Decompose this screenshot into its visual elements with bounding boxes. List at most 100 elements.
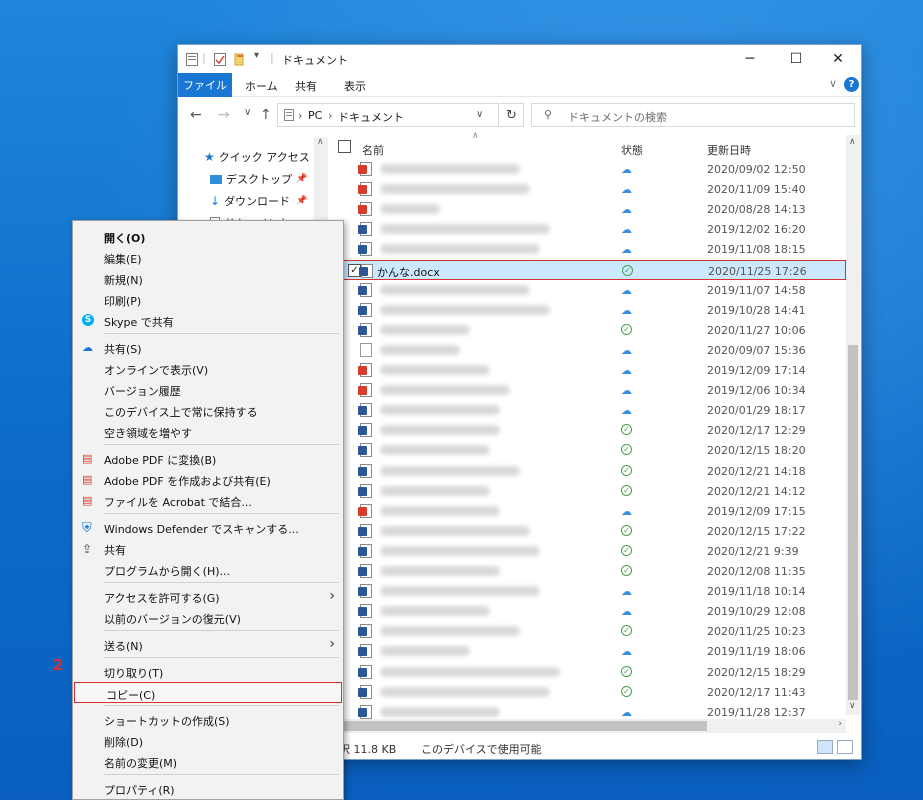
menu-item-copy[interactable]: コピー(C)	[74, 682, 342, 703]
menu-item-free-space[interactable]: 空き領域を増やす	[73, 421, 343, 442]
file-row[interactable]: ☁ 2019/12/06 10:34	[338, 380, 846, 400]
address-dropdown-icon[interactable]: ∨	[476, 109, 483, 120]
scroll-up-icon[interactable]: ∧	[317, 137, 324, 147]
menu-item-open-with[interactable]: プログラムから開く(H)...	[73, 559, 343, 580]
close-button[interactable]: ✕	[815, 45, 861, 73]
file-row[interactable]: ✓ 2020/11/25 10:23	[338, 621, 846, 641]
file-row[interactable]: ✓ 2020/12/15 18:20	[338, 440, 846, 460]
large-icons-view-icon[interactable]	[837, 740, 853, 754]
menu-item-create-shortcut[interactable]: ショートカットの作成(S)	[73, 709, 343, 730]
nav-item-desktop[interactable]: デスクトップ	[210, 171, 292, 187]
quick-access-folder-icon[interactable]	[234, 53, 246, 66]
quick-access-check-icon[interactable]	[214, 53, 226, 66]
menu-item-give-access[interactable]: アクセスを許可する(G) ›	[73, 586, 343, 607]
column-name[interactable]: 名前	[362, 142, 384, 158]
horizontal-scrollbar[interactable]: ›	[337, 719, 846, 733]
up-arrow-icon[interactable]: ↑	[260, 107, 272, 123]
file-row[interactable]: ☁ 2020/08/28 14:13	[338, 199, 846, 219]
file-row[interactable]: ☁ 2019/11/18 10:14	[338, 581, 846, 601]
menu-item-print[interactable]: 印刷(P)	[73, 289, 343, 310]
menu-item-always-keep[interactable]: このデバイス上で常に保持する	[73, 400, 343, 421]
menu-item-version-history[interactable]: バージョン履歴	[73, 379, 343, 400]
menu-item-defender-scan[interactable]: ⛨ Windows Defender でスキャンする...	[73, 517, 343, 538]
menu-item-label: 削除(D)	[104, 736, 144, 749]
column-modified[interactable]: 更新日時	[707, 142, 751, 158]
menu-item-rename[interactable]: 名前の変更(M)	[73, 751, 343, 772]
file-row[interactable]: ✓ 2020/12/15 18:29	[338, 662, 846, 682]
tab-share[interactable]: 共有	[295, 78, 317, 94]
minimize-button[interactable]: ─	[727, 45, 773, 73]
file-row[interactable]: ☁ 2020/01/29 18:17	[338, 400, 846, 420]
file-row[interactable]: ✓ 2020/12/17 12:29	[338, 420, 846, 440]
file-row[interactable]: ✓ 2020/12/08 11:35	[338, 561, 846, 581]
breadcrumb-documents[interactable]: ドキュメント	[338, 109, 404, 125]
menu-item-restore-versions[interactable]: 以前のバージョンの復元(V)	[73, 607, 343, 628]
tab-home[interactable]: ホーム	[245, 78, 278, 94]
menu-item-share[interactable]: ☁ 共有(S)	[73, 337, 343, 358]
file-row[interactable]: ☁ 2020/09/02 12:50	[338, 159, 846, 179]
scroll-up-icon[interactable]: ∧	[849, 137, 856, 147]
file-row[interactable]: ☁ 2019/12/02 16:20	[338, 219, 846, 239]
file-row[interactable]: ☁ 2019/11/19 18:06	[338, 641, 846, 661]
menu-item-create-share-pdf[interactable]: ▤ Adobe PDF を作成および共有(E)	[73, 469, 343, 490]
menu-item-view-online[interactable]: オンラインで表示(V)	[73, 358, 343, 379]
file-row[interactable]: ✓ 2020/12/21 9:39	[338, 541, 846, 561]
recent-locations-icon[interactable]: ∨	[244, 107, 251, 118]
select-all-checkbox[interactable]	[338, 140, 351, 153]
quick-access-dropdown-icon[interactable]: ▾	[254, 50, 259, 61]
ribbon-expand-icon[interactable]: ∨	[829, 77, 837, 90]
pin-icon[interactable]: 📌	[296, 196, 307, 206]
file-row[interactable]: ☁ 2019/10/28 14:41	[338, 300, 846, 320]
quick-access-properties-icon[interactable]	[186, 53, 198, 66]
scrollbar-thumb[interactable]	[337, 721, 707, 731]
nav-scrollbar[interactable]: ∧	[314, 137, 328, 227]
breadcrumb-chevron-icon[interactable]: ›	[298, 109, 302, 122]
breadcrumb-chevron-icon[interactable]: ›	[328, 109, 332, 122]
scroll-down-icon[interactable]: ∨	[849, 701, 856, 711]
file-row[interactable]: ☁ 2019/12/09 17:15	[338, 501, 846, 521]
file-row[interactable]: ☁ 2020/11/09 15:40	[338, 179, 846, 199]
menu-item-share-modern[interactable]: ⇪ 共有	[73, 538, 343, 559]
menu-item-edit[interactable]: 編集(E)	[73, 247, 343, 268]
tab-file[interactable]: ファイル	[178, 73, 232, 97]
vertical-scrollbar[interactable]: ∧ ∨	[846, 135, 860, 715]
nav-item-downloads[interactable]: ↓ ダウンロード	[210, 193, 290, 209]
word-file-icon	[358, 523, 372, 538]
file-row[interactable]: ✓ 2020/12/17 11:43	[338, 682, 846, 702]
scroll-right-icon[interactable]: ›	[838, 719, 842, 729]
back-arrow-icon[interactable]: ←	[190, 107, 202, 123]
tab-view[interactable]: 表示	[344, 78, 366, 94]
file-row[interactable]: ✓ 2020/12/21 14:12	[338, 481, 846, 501]
menu-item-delete[interactable]: 削除(D)	[73, 730, 343, 751]
refresh-button[interactable]: ↻	[500, 103, 524, 127]
forward-arrow-icon[interactable]: →	[218, 107, 230, 123]
file-row[interactable]: ☁ 2019/12/09 17:14	[338, 360, 846, 380]
address-bar[interactable]: › PC › ドキュメント ∨	[277, 103, 499, 127]
file-row[interactable]: ✓ 2020/12/21 14:18	[338, 461, 846, 481]
search-input[interactable]: ⚲ ドキュメントの検索	[531, 103, 855, 127]
pin-icon[interactable]: 📌	[296, 174, 307, 184]
nav-item-quick-access[interactable]: ★ クイック アクセス	[204, 149, 310, 165]
column-status[interactable]: 状態	[621, 142, 643, 158]
file-row[interactable]: ☁ 2020/09/07 15:36	[338, 340, 846, 360]
file-row[interactable]: ☁ 2019/11/08 18:15	[338, 239, 846, 259]
menu-item-new[interactable]: 新規(N)	[73, 268, 343, 289]
cloud-icon: ☁	[621, 364, 632, 377]
breadcrumb-pc[interactable]: PC	[308, 109, 322, 122]
menu-item-send-to[interactable]: 送る(N) ›	[73, 634, 343, 655]
file-row[interactable]: ✓ 2020/12/15 17:22	[338, 521, 846, 541]
file-row-selected[interactable]: ✓ かんな.docx ✓ 2020/11/25 17:26	[343, 259, 846, 280]
scrollbar-thumb[interactable]	[848, 345, 858, 700]
file-row[interactable]: ✓ 2020/11/27 10:06	[338, 320, 846, 340]
menu-item-convert-pdf[interactable]: ▤ Adobe PDF に変換(B)	[73, 448, 343, 469]
maximize-button[interactable]: ☐	[773, 45, 819, 73]
menu-item-open[interactable]: 開く(O)	[73, 226, 343, 247]
menu-item-cut[interactable]: 切り取り(T)	[73, 661, 343, 682]
menu-item-skype-share[interactable]: S Skype で共有	[73, 310, 343, 331]
help-icon[interactable]: ?	[844, 77, 859, 92]
details-view-icon[interactable]	[817, 740, 833, 754]
menu-item-properties[interactable]: プロパティ(R)	[73, 778, 343, 799]
file-row[interactable]: ☁ 2019/10/29 12:08	[338, 601, 846, 621]
menu-item-combine-acrobat[interactable]: ▤ ファイルを Acrobat で結合...	[73, 490, 343, 511]
file-row[interactable]: ☁ 2019/11/07 14:58	[338, 280, 846, 300]
